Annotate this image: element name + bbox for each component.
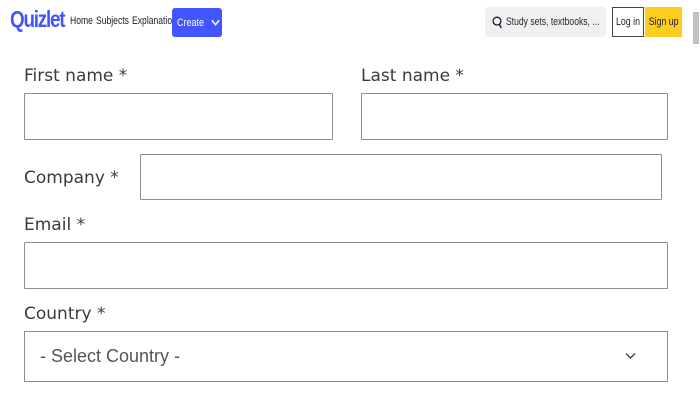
company-field[interactable] [140,154,662,200]
chevron-down-icon [211,19,220,26]
last-name-label: Last name * [361,66,464,86]
email-field[interactable] [24,242,668,289]
chevron-down-icon [625,353,636,359]
first-name-field[interactable] [24,93,333,140]
email-label: Email * [24,215,86,235]
company-label: Company * [24,168,119,188]
log-in-label: Log in [615,16,640,28]
nav-links: Home Subjects Explanations [70,15,184,27]
scrollbar-thumb[interactable] [693,12,699,44]
page-scrollbar[interactable] [692,0,700,400]
country-label: Country * [24,304,106,324]
search-input[interactable] [506,16,606,28]
search-box[interactable] [485,7,606,37]
country-select-value: - Select Country - [40,346,181,366]
top-navigation-bar: Quizlet Home Subjects Explanations Create … [0,0,700,44]
sign-up-label: Sign up [648,16,679,28]
create-button[interactable]: Create [172,8,222,37]
country-select[interactable]: - Select Country - [24,331,668,382]
last-name-field[interactable] [361,93,668,140]
nav-subjects-link[interactable]: Subjects [96,15,129,27]
nav-home-link[interactable]: Home [70,15,93,27]
search-icon [492,16,502,28]
quizlet-logo[interactable]: Quizlet [10,6,65,33]
create-button-label: Create [176,16,205,29]
sign-up-button[interactable]: Sign up [645,7,682,37]
first-name-label: First name * [24,66,128,86]
log-in-button[interactable]: Log in [612,7,644,37]
